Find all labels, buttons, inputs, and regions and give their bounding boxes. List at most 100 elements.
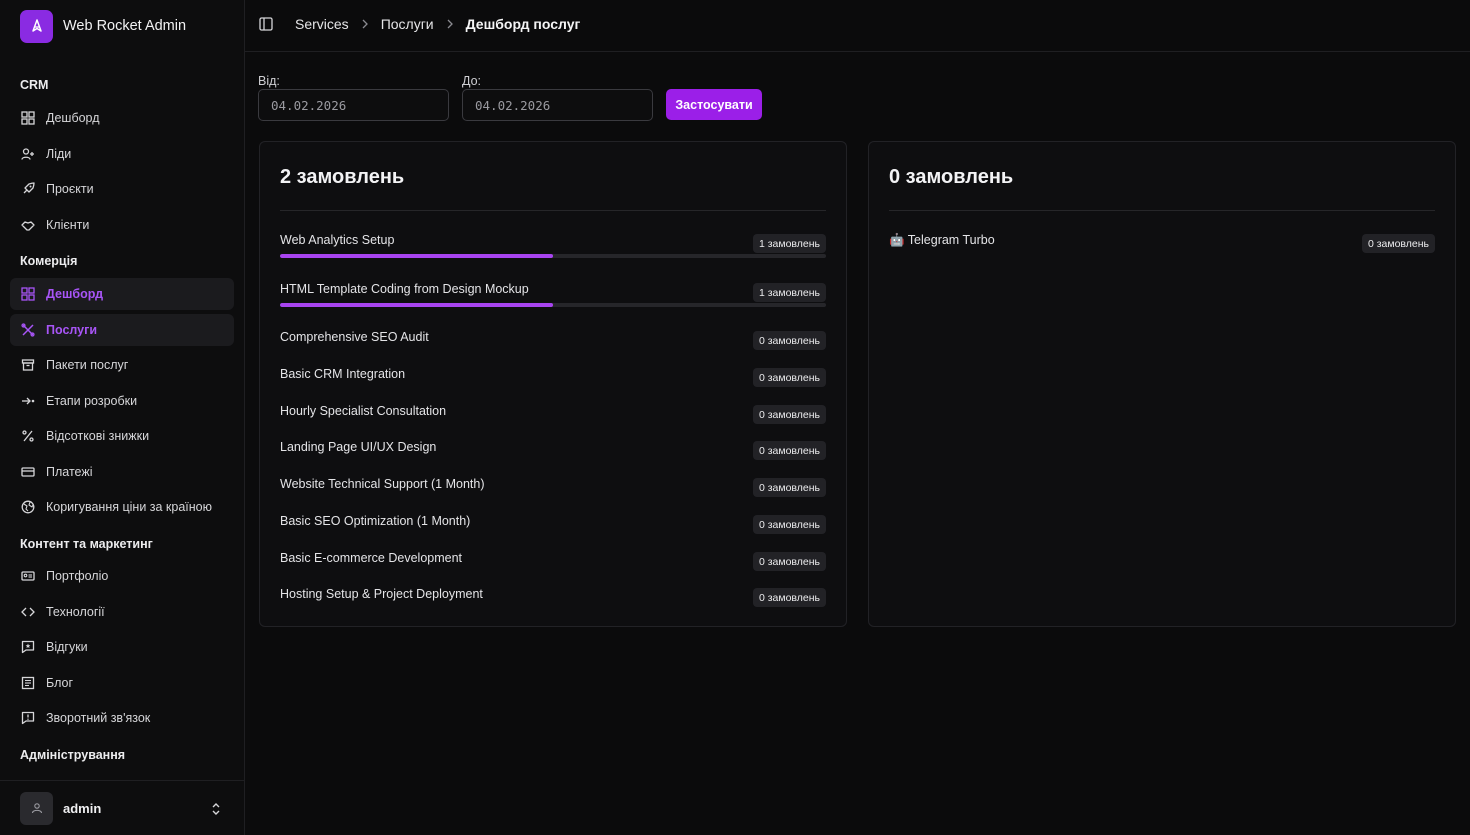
portfolio-icon [20,568,36,584]
order-count-badge: 0 замовлень [752,588,826,607]
sidebar-toggle-icon[interactable] [259,17,273,31]
sidebar-item-label: Етапи розробки [46,394,138,408]
from-date-input[interactable] [258,89,449,121]
sidebar-item-service-packages[interactable]: Пакети послуг [10,349,234,381]
service-name: Basic SEO Optimization (1 Month) [280,514,471,528]
list-item: Web Analytics Setup 1 замовлень [280,233,826,263]
service-name: HTML Template Coding from Design Mockup [280,282,529,296]
chevrons-up-down-icon [212,803,220,815]
service-name: Web Analytics Setup [280,233,395,247]
sidebar-item-dev-stages[interactable]: Етапи розробки [10,385,234,417]
service-name: Hosting Setup & Project Deployment [280,587,483,601]
globe-icon [20,499,36,515]
list-item: Basic CRM Integration 0 замовлень [280,367,826,397]
brand[interactable]: Web Rocket Admin [0,0,244,52]
sidebar-item-label: Проєкти [46,182,94,196]
sidebar-item-label: Відгуки [46,640,88,654]
feedback-icon [20,710,36,726]
list-item: Website Technical Support (1 Month) 0 за… [280,477,826,507]
chevron-right-icon [362,19,368,29]
percent-icon [20,428,36,444]
divider [280,210,826,211]
card-title: 2 замовлень [280,166,405,188]
service-name: Comprehensive SEO Audit [280,330,429,344]
order-count-badge: 0 замовлень [1361,234,1435,253]
sidebar-item-country-pricing[interactable]: Коригування ціни за країною [10,491,234,523]
service-name: Basic E-commerce Development [280,551,463,565]
sidebar-item-label: Послуги [46,323,98,337]
sidebar-item-crm-dashboard[interactable]: Дешборд [10,102,234,134]
tools-icon [20,322,36,338]
sidebar-item-commerce-dashboard[interactable]: Дешборд [10,278,234,310]
from-date-label: Від: [258,74,280,88]
order-count-badge: 0 замовлень [752,515,826,534]
order-count-badge: 1 замовлень [752,234,826,253]
order-count-badge: 0 замовлень [752,331,826,350]
list-item: Landing Page UI/UX Design 0 замовлень [280,440,826,470]
to-date-label: До: [462,74,482,88]
sidebar-item-clients[interactable]: Клієнти [10,209,234,241]
progress-fill [280,254,553,258]
sidebar-item-label: Пакети послуг [46,358,129,372]
order-count-badge: 0 замовлень [752,552,826,571]
user-menu[interactable]: admin [0,780,244,835]
sidebar-item-label: Портфоліо [46,569,109,583]
progress-fill [280,303,553,307]
sidebar-item-reviews[interactable]: Відгуки [10,631,234,663]
breadcrumb-item[interactable]: Послуги [381,16,434,32]
list-item: Hosting Setup & Project Deployment 0 зам… [280,587,826,617]
sidebar-item-label: Клієнти [46,218,90,232]
steps-icon [20,393,36,409]
service-name: Website Technical Support (1 Month) [280,477,485,491]
sidebar-item-projects[interactable]: Проєкти [10,173,234,205]
app-window: Web Rocket Admin CRM Дешборд Ліди Проєкт… [0,0,1470,835]
code-icon [20,604,36,620]
sidebar: Web Rocket Admin CRM Дешборд Ліди Проєкт… [0,0,245,835]
list-item: Comprehensive SEO Audit 0 замовлень [280,330,826,360]
nav-section-crm: CRM [20,78,49,92]
dashboard-icon [20,286,36,302]
sidebar-item-label: Коригування ціни за країною [46,500,213,514]
order-count-badge: 1 замовлень [752,283,826,302]
sidebar-item-label: Зворотний зв'язок [46,711,151,725]
sidebar-item-percent-discounts[interactable]: Відсоткові знижки [10,420,234,452]
service-name: Hourly Specialist Consultation [280,404,447,418]
sidebar-item-services[interactable]: Послуги [10,314,234,346]
sidebar-item-label: Дешборд [46,287,104,301]
credit-card-icon [20,464,36,480]
card-title: 0 замовлень [889,166,1014,188]
nav-section-administration[interactable]: Адміністрування [20,748,125,762]
orders-card-right: 0 замовлень 🤖 Telegram Turbo 0 замовлень [868,141,1456,627]
rocket-icon [20,181,36,197]
breadcrumb: Services Послуги Дешборд послуг [295,16,580,32]
sidebar-item-label: Відсоткові знижки [46,429,150,443]
orders-card-left: 2 замовлень Web Analytics Setup 1 замовл… [259,141,847,627]
package-icon [20,357,36,373]
review-icon [20,639,36,655]
chevron-right-icon [447,19,453,29]
rocket-logo-icon [20,9,53,43]
nav-section-content-marketing: Контент та маркетинг [20,537,153,551]
sidebar-item-payments[interactable]: Платежі [10,456,234,488]
avatar [20,791,53,825]
apply-button[interactable]: Застосувати [666,89,762,120]
sidebar-item-blog[interactable]: Блог [10,667,234,699]
sidebar-item-feedback[interactable]: Зворотний зв'язок [10,702,234,734]
sidebar-item-label: Дешборд [46,111,100,125]
sidebar-item-technologies[interactable]: Технології [10,596,234,628]
users-icon [20,146,36,162]
order-count-badge: 0 замовлень [752,368,826,387]
dashboard-icon [20,110,36,126]
user-icon [31,803,42,814]
order-count-badge: 0 замовлень [752,478,826,497]
list-item: 🤖 Telegram Turbo 0 замовлень [889,233,1435,263]
service-name: Basic CRM Integration [280,367,406,381]
list-item: HTML Template Coding from Design Mockup … [280,282,826,312]
user-name: admin [63,800,102,816]
to-date-input[interactable] [462,89,653,121]
sidebar-item-leads[interactable]: Ліди [10,138,234,170]
breadcrumb-item[interactable]: Services [295,16,349,32]
sidebar-item-portfolio[interactable]: Портфоліо [10,560,234,592]
app-title: Web Rocket Admin [63,18,187,34]
order-count-badge: 0 замовлень [752,405,826,424]
